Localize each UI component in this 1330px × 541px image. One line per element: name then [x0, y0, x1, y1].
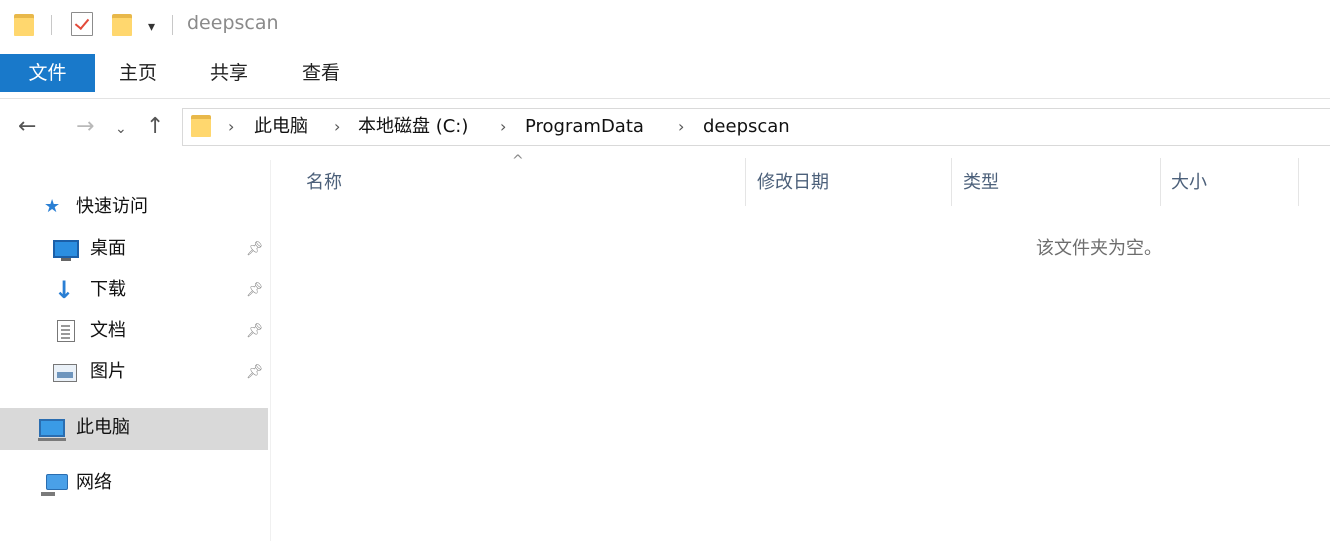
pin-icon[interactable]: 📌︎	[246, 270, 264, 310]
column-divider[interactable]	[745, 158, 746, 206]
new-folder-icon[interactable]	[112, 12, 132, 36]
sidebar-item-downloads[interactable]: ↓ 下载 📌︎	[0, 270, 268, 310]
breadcrumb-separator-icon[interactable]: ›	[334, 114, 340, 140]
divider	[172, 15, 173, 35]
column-header-type[interactable]: 类型	[963, 170, 999, 196]
window-title: deepscan	[187, 12, 279, 34]
documents-icon	[57, 320, 75, 342]
breadcrumb-separator-icon[interactable]: ›	[500, 114, 506, 140]
pin-icon[interactable]: 📌︎	[246, 352, 264, 392]
tab-file[interactable]: 文件	[0, 54, 95, 92]
sidebar-item-label: 文档	[90, 320, 126, 341]
sidebar-divider	[270, 160, 271, 541]
column-divider[interactable]	[951, 158, 952, 206]
sidebar-item-this-pc[interactable]: 此电脑	[0, 408, 268, 450]
sidebar-item-pictures[interactable]: 图片 📌︎	[0, 352, 268, 392]
download-icon: ↓	[54, 276, 75, 304]
sidebar-item-label: 此电脑	[76, 417, 130, 438]
title-bar: ▾ deepscan	[0, 0, 1330, 50]
up-button[interactable]: ↑	[146, 113, 164, 141]
breadcrumb-separator-icon[interactable]: ›	[678, 114, 684, 140]
breadcrumb-deepscan[interactable]: deepscan	[703, 114, 790, 140]
properties-icon[interactable]	[71, 12, 93, 36]
breadcrumb-separator-icon[interactable]: ›	[228, 114, 234, 140]
network-icon	[41, 474, 68, 496]
pin-icon[interactable]: 📌︎	[246, 311, 264, 351]
desktop-icon	[53, 240, 79, 261]
breadcrumb-local-disk[interactable]: 本地磁盘 (C:)	[358, 114, 468, 140]
sidebar-item-label: 快速访问	[76, 196, 148, 217]
column-divider[interactable]	[1298, 158, 1299, 206]
sort-ascending-icon: ^	[512, 153, 524, 169]
column-header-name[interactable]: 名称	[306, 170, 342, 196]
column-header-date-modified[interactable]: 修改日期	[757, 170, 829, 196]
recent-locations-dropdown-icon[interactable]: ⌄	[115, 115, 127, 143]
folder-icon	[191, 113, 211, 137]
sidebar-item-quick-access[interactable]: ★ 快速访问	[0, 187, 268, 227]
sidebar-item-label: 桌面	[90, 238, 126, 259]
pin-icon[interactable]: 📌︎	[246, 229, 264, 269]
sidebar-item-label: 下载	[90, 279, 126, 300]
forward-button[interactable]: →	[76, 113, 94, 141]
breadcrumb-programdata[interactable]: ProgramData	[525, 114, 644, 140]
tab-home[interactable]: 主页	[119, 54, 157, 92]
breadcrumb-this-pc[interactable]: 此电脑	[254, 114, 308, 140]
pictures-icon	[53, 364, 77, 382]
empty-folder-message: 该文件夹为空。	[1036, 238, 1162, 259]
sidebar-item-network[interactable]: 网络	[0, 463, 268, 503]
divider	[51, 15, 52, 35]
back-button[interactable]: ←	[18, 113, 36, 141]
column-header-size[interactable]: 大小	[1171, 170, 1207, 196]
sidebar-item-label: 网络	[76, 472, 112, 493]
customize-toolbar-dropdown-icon[interactable]: ▾	[148, 20, 155, 34]
computer-icon	[38, 419, 66, 441]
tab-share[interactable]: 共享	[210, 54, 248, 92]
sidebar-item-desktop[interactable]: 桌面 📌︎	[0, 229, 268, 269]
star-icon: ★	[44, 196, 61, 217]
sidebar-item-documents[interactable]: 文档 📌︎	[0, 311, 268, 351]
column-divider[interactable]	[1160, 158, 1161, 206]
sidebar-item-label: 图片	[90, 361, 126, 382]
ribbon-tabs	[0, 50, 1330, 99]
tab-view[interactable]: 查看	[302, 54, 340, 92]
folder-icon	[14, 12, 34, 36]
